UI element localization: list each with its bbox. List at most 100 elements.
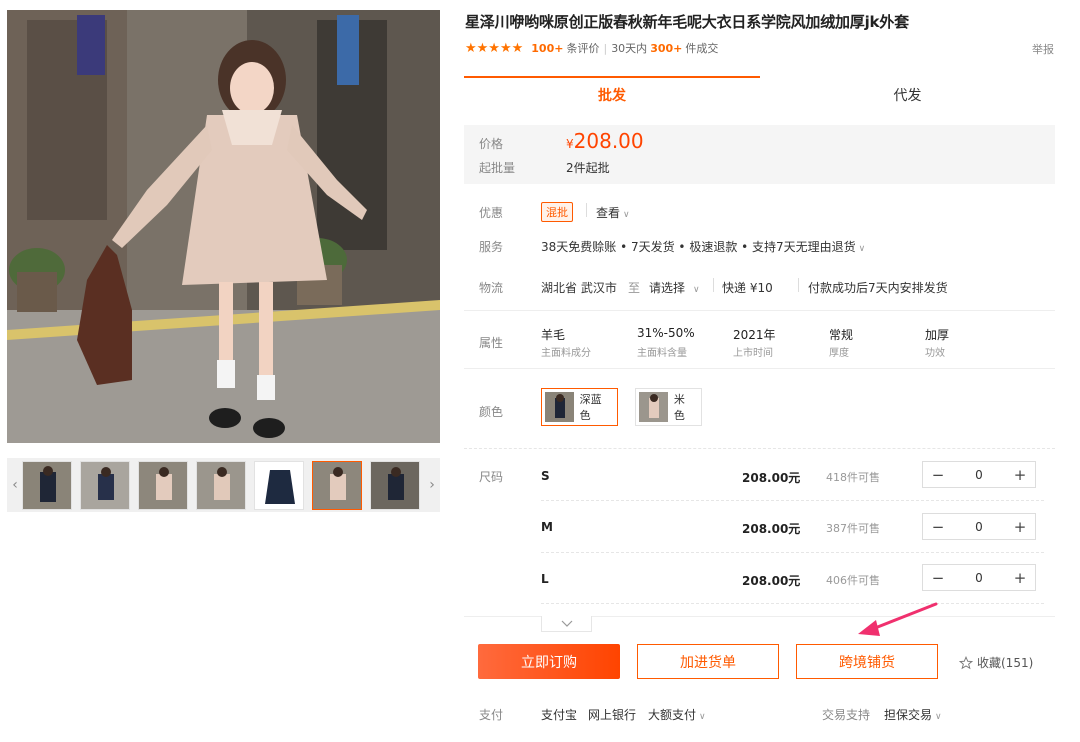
report-link[interactable]: 举报	[1032, 41, 1054, 57]
size-price-l: 208.00元	[742, 574, 801, 588]
price-display: ¥208.00	[566, 129, 644, 153]
size-stock-s: 418件可售	[826, 471, 880, 484]
size-stock-m: 387件可售	[826, 522, 880, 535]
deals-prefix: 30天内	[611, 42, 648, 55]
attr-key-year: 上市时间	[733, 348, 773, 359]
chevron-down-icon	[561, 620, 572, 627]
trade-support-label: 交易支持	[822, 708, 871, 722]
thumbnail-3[interactable]	[138, 461, 188, 510]
annotation-arrow-icon	[858, 602, 938, 636]
price-box: 价格 ¥208.00 起批量 2件起批	[464, 125, 1055, 184]
thumbnail-7[interactable]	[370, 461, 420, 510]
chevron-down-icon: ∨	[693, 285, 700, 295]
buy-now-button[interactable]: 立即订购	[478, 644, 620, 679]
color-option-navy[interactable]: 深蓝色	[541, 388, 618, 426]
quantity-stepper-m: − 0 +	[922, 513, 1036, 540]
service-label: 服务	[479, 240, 504, 254]
minus-button[interactable]: −	[923, 569, 953, 587]
minus-button[interactable]: −	[923, 518, 953, 536]
main-product-image	[7, 10, 440, 443]
price-currency: ¥	[566, 137, 574, 151]
divider	[464, 448, 1055, 449]
logistics-label: 物流	[479, 281, 504, 295]
attr-key-effect: 功效	[925, 348, 945, 359]
moq-label: 起批量	[479, 161, 516, 175]
payment-online-bank: 网上银行	[588, 708, 637, 722]
expand-sizes-button[interactable]	[541, 616, 592, 632]
size-name-l: L	[541, 572, 549, 586]
divider	[541, 500, 1044, 501]
trade-support-value[interactable]: 担保交易 ∨	[884, 706, 942, 723]
promo-label: 优惠	[479, 206, 504, 220]
divider	[541, 603, 1044, 604]
star-outline-icon	[959, 655, 973, 669]
chevron-down-icon: ∨	[623, 210, 630, 220]
color-thumbnail-beige	[639, 392, 668, 422]
cross-border-button[interactable]: 跨境铺货	[796, 644, 938, 679]
divider	[541, 552, 1044, 553]
purchase-mode-tabs: 批发 代发	[464, 76, 1055, 112]
express-fee: 快递 ¥10	[722, 281, 773, 295]
product-title: 星泽川咿哟咪原创正版春秋新年毛呢大衣日系学院风加绒加厚jk外套	[465, 13, 909, 31]
tab-wholesale[interactable]: 批发	[464, 76, 760, 112]
price-label: 价格	[479, 137, 504, 151]
color-label: 颜色	[479, 405, 504, 419]
plus-button[interactable]: +	[1005, 466, 1035, 484]
star-icon: ★★★★★	[465, 40, 524, 56]
plus-button[interactable]: +	[1005, 518, 1035, 536]
rating-row: ★★★★★ 100+ 条评价 | 30天内 300+ 件成交	[465, 40, 719, 56]
divider	[464, 368, 1055, 369]
attr-value-material: 羊毛	[541, 328, 566, 342]
mixed-batch-badge: 混批	[541, 202, 573, 222]
review-count[interactable]: 100+	[531, 42, 563, 55]
attr-value-thickness: 常规	[829, 328, 854, 342]
attr-value-content: 31%-50%	[637, 326, 695, 340]
minus-button[interactable]: −	[923, 466, 953, 484]
thumb-next-icon[interactable]: ›	[424, 458, 440, 512]
size-label: 尺码	[479, 470, 504, 484]
plus-button[interactable]: +	[1005, 569, 1035, 587]
thumb-prev-icon[interactable]: ‹	[7, 458, 23, 512]
attr-value-effect: 加厚	[925, 328, 950, 342]
thumbnail-1[interactable]	[22, 461, 72, 510]
size-stock-l: 406件可售	[826, 574, 880, 587]
favorite-button[interactable]: 收藏(151)	[959, 654, 1033, 671]
review-label[interactable]: 条评价	[566, 40, 599, 56]
quantity-stepper-s: − 0 +	[922, 461, 1036, 488]
add-to-cart-button[interactable]: 加进货单	[637, 644, 779, 679]
chevron-down-icon: ∨	[858, 244, 866, 254]
payment-label: 支付	[479, 708, 504, 722]
quantity-input[interactable]: 0	[953, 468, 1005, 482]
quantity-stepper-l: − 0 +	[922, 564, 1036, 591]
size-name-s: S	[541, 469, 550, 483]
thumbnail-2[interactable]	[80, 461, 130, 510]
tab-dropship[interactable]: 代发	[760, 76, 1055, 112]
size-price-s: 208.00元	[742, 471, 801, 485]
attributes-label: 属性	[479, 336, 504, 350]
payment-alipay: 支付宝	[541, 708, 578, 722]
service-text[interactable]: 38天免费赊账 • 7天发货 • 极速退款 • 支持7天无理由退货 ∨	[541, 238, 865, 255]
logistics-origin: 湖北省 武汉市	[541, 281, 617, 295]
chevron-down-icon: ∨	[699, 712, 706, 722]
payment-large-amount[interactable]: 大额支付 ∨	[648, 706, 706, 723]
attr-key-content: 主面料含量	[637, 348, 687, 359]
destination-select[interactable]: 请选择 ∨	[649, 279, 700, 296]
promo-view-link[interactable]: 查看 ∨	[596, 204, 630, 221]
size-price-m: 208.00元	[742, 522, 801, 536]
size-name-m: M	[541, 520, 553, 534]
thumbnail-5[interactable]	[254, 461, 304, 510]
thumbnail-6-selected[interactable]	[312, 461, 362, 510]
moq-value: 2件起批	[566, 161, 610, 175]
divider	[464, 310, 1055, 311]
deals-suffix: 件成交	[685, 42, 719, 55]
shipping-note: 付款成功后7天内安排发货	[808, 281, 948, 295]
attr-value-year: 2021年	[733, 328, 776, 342]
quantity-input[interactable]: 0	[953, 520, 1005, 534]
attr-key-thickness: 厚度	[829, 348, 849, 359]
logistics-to: 至	[628, 281, 641, 295]
quantity-input[interactable]: 0	[953, 571, 1005, 585]
attr-key-material: 主面料成分	[541, 348, 591, 359]
color-option-beige[interactable]: 米色	[635, 388, 702, 426]
thumbnail-4[interactable]	[196, 461, 246, 510]
price-value: 208.00	[573, 129, 644, 153]
